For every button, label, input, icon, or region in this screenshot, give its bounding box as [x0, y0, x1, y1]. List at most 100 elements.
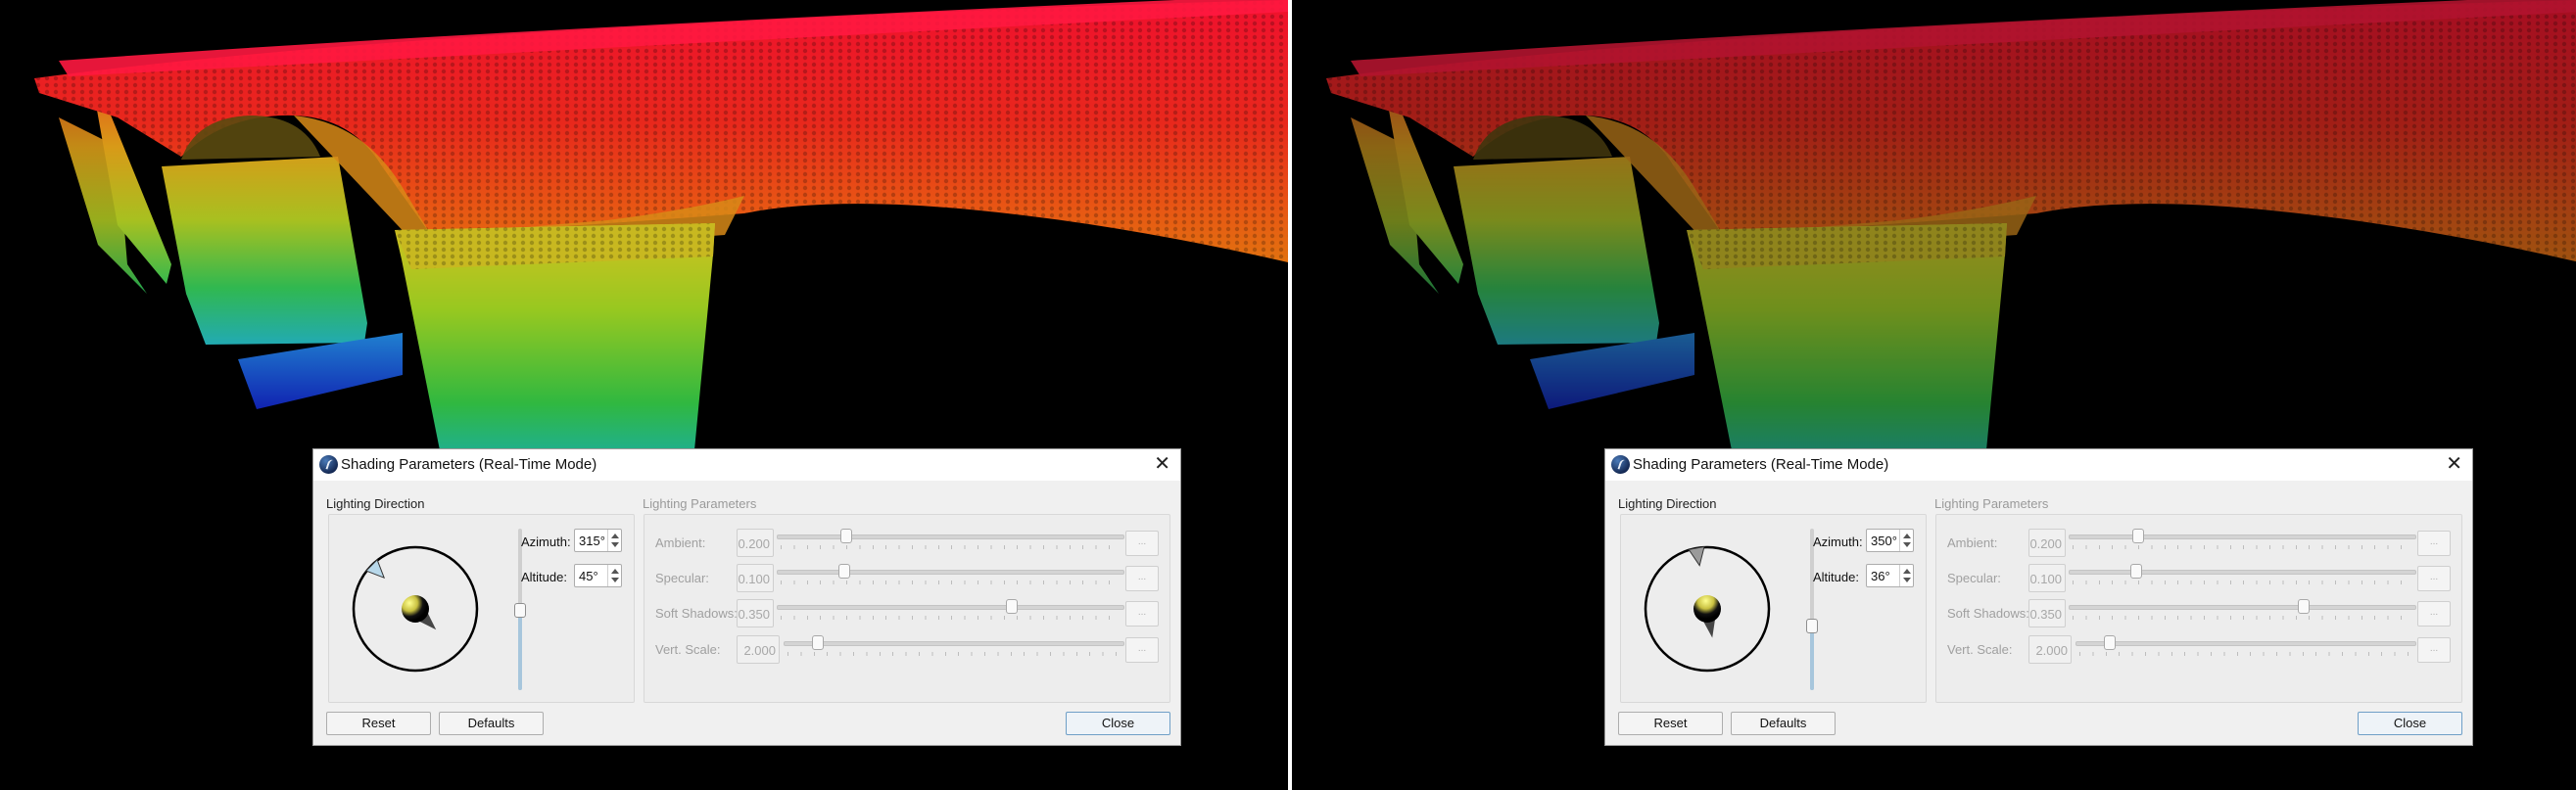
- param-value-field[interactable]: 0.350: [737, 599, 774, 627]
- param-more-button[interactable]: ...: [1125, 637, 1159, 663]
- azimuth-value: 315°: [579, 534, 605, 548]
- azimuth-marker-icon[interactable]: [364, 558, 386, 580]
- slider-ticks: [2073, 616, 2410, 620]
- defaults-button[interactable]: Defaults: [1731, 712, 1836, 735]
- param-row-3: Vert. Scale: 2.000 ...: [644, 635, 1171, 665]
- light-cone-icon: [1693, 595, 1721, 623]
- param-slider-track[interactable]: [777, 534, 1124, 539]
- viewport-right[interactable]: Shading Parameters (Real-Time Mode) ✕ Li…: [1292, 0, 2576, 790]
- param-value-field[interactable]: 0.200: [2028, 529, 2066, 557]
- param-row-1: Specular: 0.100 ...: [1936, 564, 2463, 593]
- param-more-button[interactable]: ...: [1125, 531, 1159, 556]
- param-slider-track[interactable]: [777, 570, 1124, 575]
- param-slider-track[interactable]: [784, 641, 1124, 646]
- light-cone-icon: [402, 595, 429, 623]
- spin-down-icon[interactable]: [611, 542, 619, 547]
- param-label: Soft Shadows:: [655, 606, 738, 621]
- defaults-button[interactable]: Defaults: [439, 712, 544, 735]
- param-value-field[interactable]: 2.000: [737, 635, 780, 664]
- spin-up-icon[interactable]: [611, 534, 619, 538]
- param-slider-track[interactable]: [777, 605, 1124, 610]
- param-slider-handle[interactable]: [2103, 635, 2116, 650]
- lighting-parameters-group: Ambient: 0.200 ... Specular: 0.100 ... S…: [644, 514, 1170, 703]
- param-label: Specular:: [1947, 571, 2001, 585]
- spin-up-icon[interactable]: [1903, 569, 1911, 574]
- lighting-parameters-label: Lighting Parameters: [1934, 496, 2049, 511]
- lighting-parameters-label: Lighting Parameters: [643, 496, 757, 511]
- azimuth-spinbox[interactable]: 350°: [1866, 529, 1914, 552]
- close-icon[interactable]: ✕: [1154, 453, 1170, 475]
- dialog-title: Shading Parameters (Real-Time Mode): [1633, 456, 1889, 473]
- app-icon: [1611, 455, 1630, 474]
- param-slider-track[interactable]: [2069, 570, 2416, 575]
- spin-down-icon[interactable]: [611, 578, 619, 582]
- param-slider-handle[interactable]: [2298, 599, 2311, 614]
- slider-ticks: [2079, 652, 2410, 656]
- param-more-button[interactable]: ...: [1125, 601, 1159, 627]
- reset-button[interactable]: Reset: [1618, 712, 1723, 735]
- lighting-direction-label: Lighting Direction: [1618, 496, 1717, 511]
- param-label: Soft Shadows:: [1947, 606, 2029, 621]
- azimuth-label: Azimuth:: [521, 534, 571, 549]
- param-slider-handle[interactable]: [2131, 529, 2144, 543]
- param-slider-handle[interactable]: [2129, 564, 2142, 579]
- close-button[interactable]: Close: [2358, 712, 2462, 735]
- param-more-button[interactable]: ...: [2417, 601, 2451, 627]
- param-slider-track[interactable]: [2075, 641, 2416, 646]
- param-row-0: Ambient: 0.200 ...: [1936, 529, 2463, 558]
- altitude-slider-handle[interactable]: [514, 602, 526, 618]
- param-value-field[interactable]: 0.100: [2028, 564, 2066, 592]
- slider-ticks: [2073, 581, 2410, 584]
- param-more-button[interactable]: ...: [2417, 637, 2451, 663]
- altitude-slider[interactable]: [1810, 529, 1814, 690]
- reset-button[interactable]: Reset: [326, 712, 431, 735]
- param-slider-handle[interactable]: [839, 529, 852, 543]
- altitude-spinbox[interactable]: 45°: [574, 564, 622, 587]
- close-icon[interactable]: ✕: [2446, 453, 2462, 475]
- viewport-left[interactable]: Shading Parameters (Real-Time Mode) ✕ Li…: [0, 0, 1288, 790]
- altitude-value: 36°: [1871, 569, 1890, 583]
- param-row-3: Vert. Scale: 2.000 ...: [1936, 635, 2463, 665]
- altitude-slider-fill: [1810, 626, 1814, 690]
- param-slider-handle[interactable]: [1006, 599, 1019, 614]
- slider-ticks: [787, 652, 1119, 656]
- azimuth-marker-icon[interactable]: [1688, 545, 1705, 567]
- light-direction-compass[interactable]: [329, 515, 505, 701]
- spin-up-icon[interactable]: [1903, 534, 1911, 538]
- param-value-field[interactable]: 0.200: [737, 529, 774, 557]
- lighting-parameters-group: Ambient: 0.200 ... Specular: 0.100 ... S…: [1935, 514, 2462, 703]
- close-button[interactable]: Close: [1066, 712, 1170, 735]
- shading-parameters-dialog: Shading Parameters (Real-Time Mode) ✕ Li…: [1604, 448, 2473, 746]
- param-value-field[interactable]: 0.350: [2028, 599, 2066, 627]
- param-value-field[interactable]: 0.100: [737, 564, 774, 592]
- param-row-0: Ambient: 0.200 ...: [644, 529, 1171, 558]
- param-slider-handle[interactable]: [811, 635, 824, 650]
- param-label: Ambient:: [655, 535, 706, 550]
- param-slider-track[interactable]: [2069, 605, 2416, 610]
- altitude-slider-handle[interactable]: [1806, 619, 1818, 633]
- spin-down-icon[interactable]: [1903, 578, 1911, 582]
- lighting-direction-group: Azimuth: 315° Altitude: 45°: [328, 514, 635, 703]
- title-bar[interactable]: Shading Parameters (Real-Time Mode) ✕: [313, 449, 1180, 481]
- slider-ticks: [781, 545, 1119, 549]
- param-value-field[interactable]: 2.000: [2028, 635, 2072, 664]
- param-slider-handle[interactable]: [837, 564, 850, 579]
- param-more-button[interactable]: ...: [1125, 566, 1159, 591]
- altitude-spinbox[interactable]: 36°: [1866, 564, 1914, 587]
- spin-down-icon[interactable]: [1903, 542, 1911, 547]
- param-more-button[interactable]: ...: [2417, 566, 2451, 591]
- title-bar[interactable]: Shading Parameters (Real-Time Mode) ✕: [1605, 449, 2472, 481]
- param-slider-track[interactable]: [2069, 534, 2416, 539]
- param-row-2: Soft Shadows: 0.350 ...: [1936, 599, 2463, 628]
- param-row-1: Specular: 0.100 ...: [644, 564, 1171, 593]
- app-icon: [319, 455, 338, 474]
- light-direction-compass[interactable]: [1621, 515, 1797, 701]
- slider-ticks: [2073, 545, 2410, 549]
- spin-up-icon[interactable]: [611, 569, 619, 574]
- azimuth-spinbox[interactable]: 315°: [574, 529, 622, 552]
- param-label: Vert. Scale:: [655, 642, 721, 657]
- slider-ticks: [781, 581, 1119, 584]
- lighting-direction-label: Lighting Direction: [326, 496, 425, 511]
- altitude-label: Altitude:: [521, 570, 567, 584]
- param-more-button[interactable]: ...: [2417, 531, 2451, 556]
